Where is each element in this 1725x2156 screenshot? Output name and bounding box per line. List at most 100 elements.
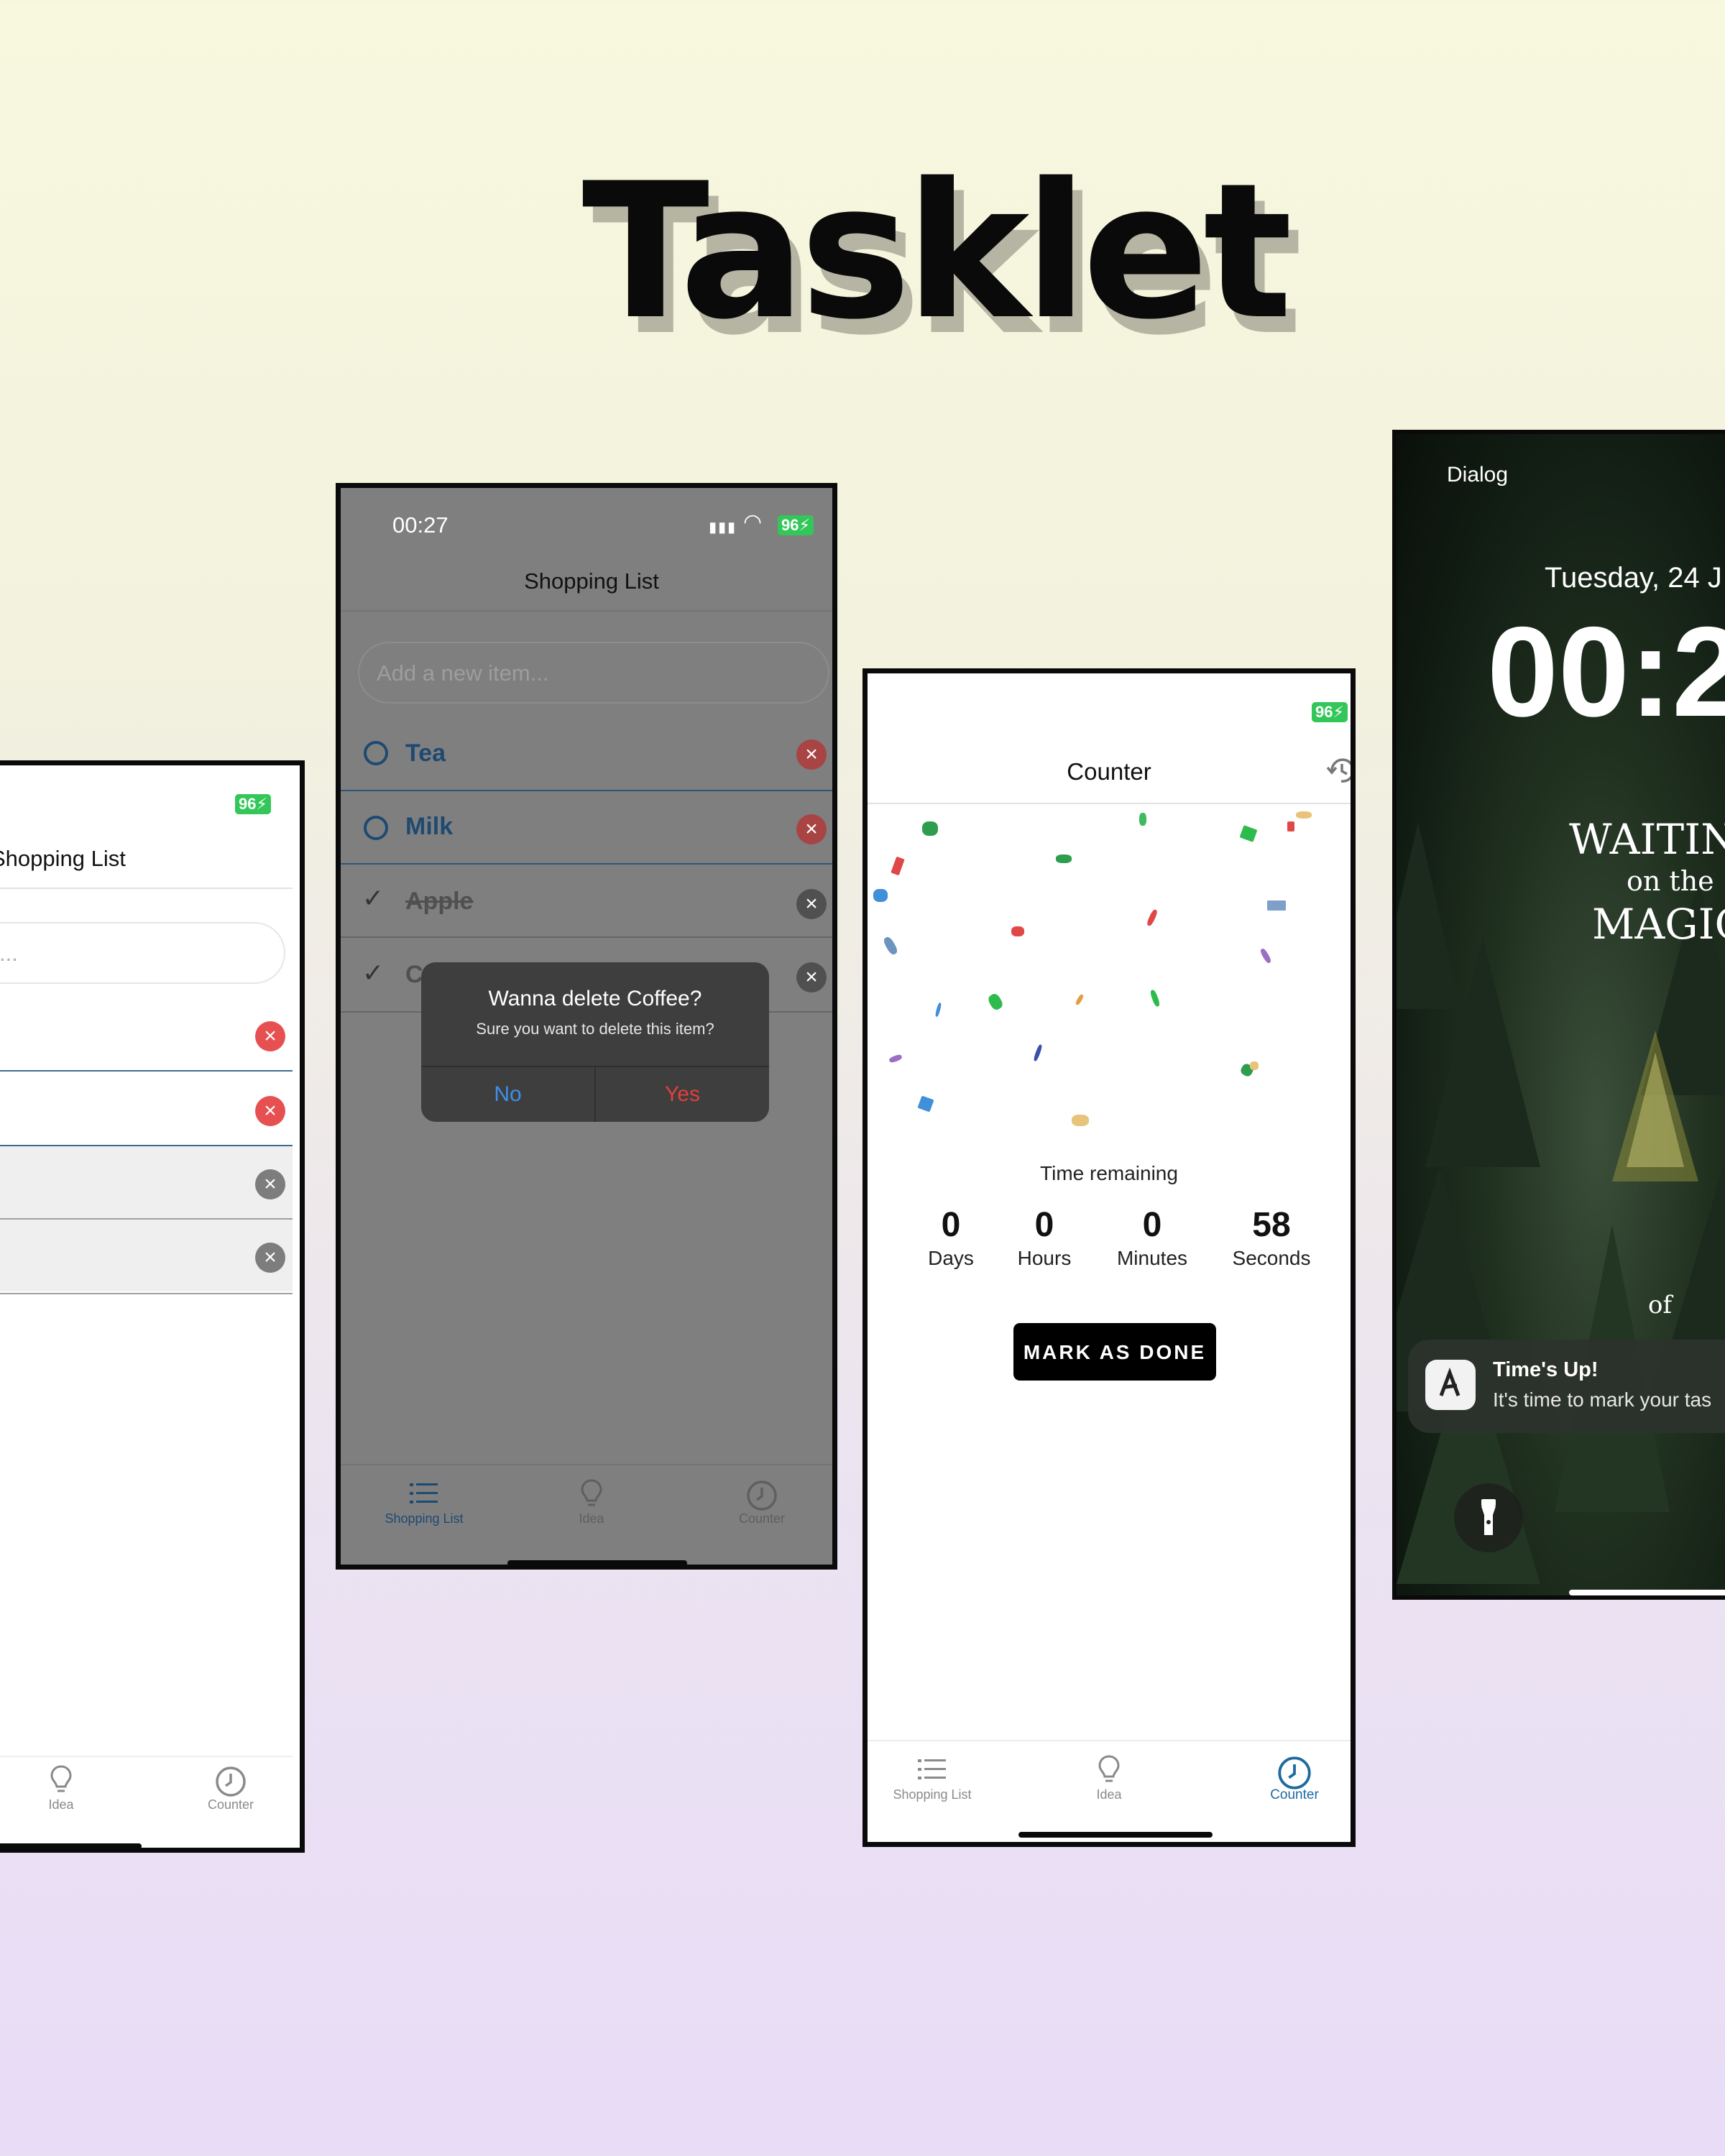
phone-counter: 96⚡ Counter Time remaining 0 Days 0 Hour… xyxy=(862,668,1356,1847)
tab-label: Shopping List xyxy=(385,1511,464,1526)
header-divider xyxy=(868,803,1351,804)
history-icon[interactable] xyxy=(1325,754,1356,787)
tabbar-divider xyxy=(341,1464,832,1465)
tab-label: Idea xyxy=(579,1511,604,1526)
confetti-piece xyxy=(888,1054,903,1064)
countdown-minutes-value: 0 xyxy=(1142,1206,1162,1244)
item-label: Milk xyxy=(405,813,454,840)
confetti-piece xyxy=(934,1002,942,1018)
header-divider xyxy=(0,888,293,889)
dialog-no-button[interactable]: No xyxy=(421,1067,594,1122)
clock-icon xyxy=(747,1480,777,1511)
battery-indicator: 96⚡ xyxy=(778,515,814,535)
confetti-piece xyxy=(917,1095,934,1112)
confetti-piece xyxy=(1072,1115,1089,1126)
confetti-piece xyxy=(1139,813,1146,826)
battery-indicator: 96⚡ xyxy=(235,794,271,814)
tabbar-divider xyxy=(0,1756,293,1757)
confetti-piece xyxy=(1287,821,1294,831)
tasklet-app-icon xyxy=(1439,1367,1460,1396)
item-label: C xyxy=(405,961,423,988)
app-icon xyxy=(1425,1360,1476,1410)
tab-label: Idea xyxy=(1096,1787,1122,1802)
countdown-days-value: 0 xyxy=(941,1206,961,1244)
delete-button[interactable]: × xyxy=(796,740,827,770)
page-title: Counter xyxy=(1067,758,1151,785)
delete-button[interactable]: × xyxy=(255,1021,285,1051)
row-divider xyxy=(0,1070,293,1072)
lock-date: Tuesday, 24 J xyxy=(1545,562,1722,594)
status-time: 00:27 xyxy=(392,512,448,538)
lightbulb-icon xyxy=(581,1479,602,1506)
check-icon[interactable]: ✓ xyxy=(362,958,384,988)
mark-as-done-button[interactable]: MARK AS DONE xyxy=(1013,1323,1216,1381)
confetti-piece xyxy=(1250,1061,1259,1070)
row-divider xyxy=(0,1293,293,1294)
home-indicator xyxy=(1569,1590,1725,1595)
page-title: Shopping List xyxy=(0,846,126,871)
confetti-piece xyxy=(1056,854,1072,863)
dialog-label: Dialog xyxy=(1447,463,1509,487)
phone-shopping-list-dialog: 00:27 ▮▮▮ ◠ 96⚡ Shopping List Add a new … xyxy=(336,483,837,1570)
row-divider xyxy=(341,863,832,865)
list-icon xyxy=(410,1483,438,1503)
tab-label: Counter xyxy=(207,1797,254,1812)
confetti-piece xyxy=(986,992,1005,1012)
row-divider xyxy=(341,936,832,938)
tab-label: Idea xyxy=(48,1797,74,1812)
tab-label: Shopping List xyxy=(893,1787,972,1802)
confetti-piece xyxy=(1259,947,1272,964)
time-remaining-label: Time remaining xyxy=(1040,1162,1178,1184)
checkbox-circle[interactable] xyxy=(364,741,388,765)
tab-label: Counter xyxy=(738,1511,786,1526)
notification-title: Time's Up! xyxy=(1493,1358,1598,1381)
dialog-message: Sure you want to delete this item? xyxy=(476,1020,714,1038)
item-label: Apple xyxy=(405,888,474,915)
confetti-piece xyxy=(1149,989,1161,1008)
confetti-piece xyxy=(1267,900,1286,911)
confetti-piece xyxy=(1033,1044,1043,1062)
battery-indicator: 96⚡ xyxy=(1312,702,1348,722)
confetti-piece xyxy=(891,856,905,876)
wallpaper-text: on the xyxy=(1627,865,1714,897)
list-icon xyxy=(918,1759,946,1779)
delete-button[interactable]: × xyxy=(796,814,827,844)
signal-icon: ▮▮▮ xyxy=(709,520,737,535)
lock-time: 00:2 xyxy=(1487,600,1725,743)
delete-button[interactable]: × xyxy=(255,1096,285,1126)
done-row[interactable] xyxy=(0,1220,293,1291)
checkbox-circle[interactable] xyxy=(364,816,388,840)
done-row[interactable] xyxy=(0,1146,293,1218)
confetti-piece xyxy=(1011,926,1024,936)
delete-button[interactable]: × xyxy=(255,1169,285,1199)
delete-button[interactable]: × xyxy=(255,1243,285,1273)
confetti-piece xyxy=(1075,993,1085,1006)
lightbulb-icon xyxy=(1098,1755,1120,1782)
confetti-piece xyxy=(873,889,888,902)
app-title: Tasklet xyxy=(581,144,1293,361)
delete-button[interactable]: × xyxy=(796,962,827,992)
wallpaper-text: of xyxy=(1648,1291,1673,1319)
tabbar-divider xyxy=(868,1740,1351,1741)
delete-confirm-dialog: Wanna delete Coffee? Sure you want to de… xyxy=(421,962,769,1122)
wifi-icon: ◠ xyxy=(743,510,763,534)
clock-icon xyxy=(216,1766,246,1797)
countdown-seconds-label: Seconds xyxy=(1232,1247,1311,1269)
countdown-minutes-label: Minutes xyxy=(1116,1247,1188,1269)
delete-button[interactable]: × xyxy=(796,889,827,919)
lightbulb-icon xyxy=(50,1765,72,1792)
countdown-hours-value: 0 xyxy=(1034,1206,1054,1244)
home-indicator xyxy=(1018,1832,1213,1838)
add-item-input[interactable]: ... xyxy=(0,922,285,984)
dialog-yes-button[interactable]: Yes xyxy=(596,1067,769,1122)
header-divider xyxy=(341,610,832,612)
phone-shopping-list-partial: 96⚡ Shopping List ... × × × × Idea Count… xyxy=(0,760,305,1853)
check-icon[interactable]: ✓ xyxy=(362,883,384,913)
confetti-piece xyxy=(1146,908,1159,927)
home-indicator xyxy=(507,1560,687,1565)
notification-banner[interactable]: Time's Up! It's time to mark your tas xyxy=(1408,1340,1725,1433)
confetti-piece xyxy=(922,821,938,836)
home-indicator xyxy=(0,1843,142,1848)
add-item-input[interactable]: Add a new item... xyxy=(358,642,829,704)
flashlight-button[interactable] xyxy=(1454,1483,1523,1552)
